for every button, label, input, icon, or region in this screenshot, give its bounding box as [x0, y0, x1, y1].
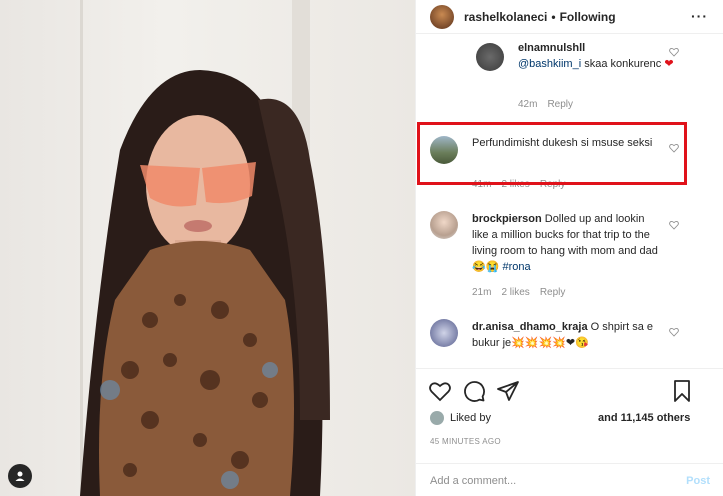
comment-avatar[interactable]: [430, 319, 458, 347]
bookmark-icon[interactable]: [670, 379, 694, 403]
post-timestamp[interactable]: 45 MINUTES AGO: [430, 437, 501, 446]
comment-emoji: ❤: [664, 58, 674, 70]
user-tag-icon[interactable]: [8, 464, 32, 488]
comment-body: elnamnulshll @bashkiim_i skaa konkurenc …: [518, 40, 678, 72]
highlight-box: [417, 122, 687, 185]
comments-list: elnamnulshll @bashkiim_i skaa konkurenc …: [416, 35, 723, 368]
comment-emoji: 😂😭: [472, 261, 500, 273]
comment-hashtag[interactable]: #rona: [502, 261, 530, 273]
post-actions: Liked by and 11,145 others 45 MINUTES AG…: [416, 368, 723, 496]
comment-avatar[interactable]: [430, 211, 458, 239]
comment-username[interactable]: brockpierson: [472, 213, 542, 225]
comment-meta: 42m Reply: [518, 99, 583, 110]
comment-text: skaa konkurenc: [581, 58, 662, 70]
likes-count-link[interactable]: and 11,145 others: [598, 412, 690, 424]
comment-likes[interactable]: 2 likes: [501, 287, 529, 298]
comment-body: dr.anisa_dhamo_kraja O shpirt sa e bukur…: [472, 319, 662, 351]
post-side-panel: rashelkolaneci • Following ··· elnamnuls…: [415, 0, 723, 496]
comment-input[interactable]: Add a comment...: [430, 475, 516, 487]
share-icon[interactable]: [496, 379, 520, 403]
avatar[interactable]: [430, 4, 454, 29]
reply-button[interactable]: Reply: [540, 287, 566, 298]
comment-emoji: 💥💥💥💥❤😘: [511, 337, 589, 349]
post-photo[interactable]: [0, 0, 415, 496]
comment-username[interactable]: dr.anisa_dhamo_kraja: [472, 321, 588, 333]
liker-avatar[interactable]: [430, 411, 444, 425]
photo-figure: [80, 70, 330, 496]
likes-summary: Liked by and 11,145 others: [430, 411, 710, 425]
liked-by-label: Liked by: [450, 412, 491, 424]
comment-icon[interactable]: [462, 379, 486, 403]
comment-meta: 21m 2 likes Reply: [472, 287, 575, 298]
heart-icon[interactable]: [428, 379, 452, 403]
post-button[interactable]: Post: [686, 475, 710, 487]
comment-time: 21m: [472, 287, 492, 298]
add-comment-bar: Add a comment... Post: [416, 463, 723, 496]
comment-avatar[interactable]: [476, 43, 504, 71]
comment-like-icon[interactable]: [669, 327, 679, 337]
header-username[interactable]: rashelkolaneci: [464, 10, 547, 24]
more-options-button[interactable]: ···: [691, 8, 708, 24]
header-separator: •: [551, 9, 556, 24]
comment-mention[interactable]: @bashkiim_i: [518, 58, 581, 70]
comment-time: 42m: [518, 99, 538, 110]
comment-like-icon[interactable]: [669, 220, 679, 230]
reply-button[interactable]: Reply: [547, 99, 573, 110]
following-button[interactable]: Following: [560, 10, 616, 24]
comment-username[interactable]: elnamnulshll: [518, 42, 585, 54]
post-header: rashelkolaneci • Following ···: [416, 0, 723, 34]
comment-like-icon[interactable]: [669, 47, 679, 57]
comment-body: brockpierson Dolled up and lookin like a…: [472, 211, 662, 275]
